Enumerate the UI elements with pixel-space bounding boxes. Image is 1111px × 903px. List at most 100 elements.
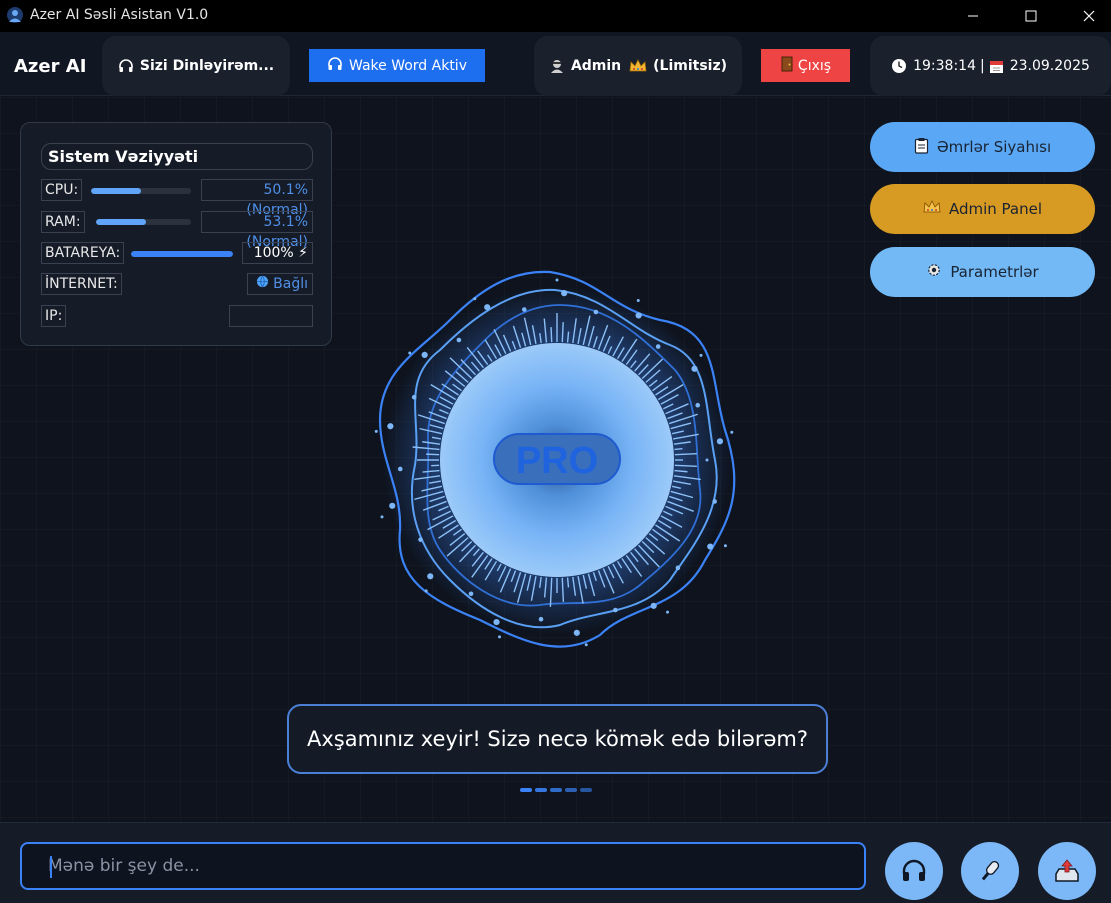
- clock-icon: [891, 58, 907, 74]
- battery-bar-fill: [131, 251, 233, 257]
- sparkle-dot: [691, 365, 698, 372]
- sparkle-dot: [473, 297, 477, 301]
- cpu-bar: [91, 188, 191, 194]
- minimize-button[interactable]: [950, 0, 996, 32]
- indicator-dot: [565, 788, 577, 792]
- battery-bar: [131, 251, 233, 257]
- sparkle-dot: [613, 607, 618, 613]
- assistant-message-text: Axşamınız xeyir! Sizə necə kömək edə bil…: [307, 727, 808, 751]
- indicator-dot: [580, 788, 592, 792]
- title-bar: Azer AI Səsli Asistan V1.0: [0, 0, 1111, 32]
- user-icon: [549, 58, 565, 74]
- sparkle-dot: [421, 351, 428, 358]
- sparkle-dot: [484, 304, 491, 311]
- spectrum-tick: [426, 453, 440, 456]
- crown-icon: [629, 59, 647, 73]
- spectrum-tick: [550, 327, 553, 343]
- upload-button[interactable]: [1038, 842, 1096, 900]
- sparkle-dot: [705, 458, 709, 462]
- sparkle-dot: [538, 616, 544, 622]
- ram-bar-fill: [96, 219, 147, 225]
- sparkle-dot: [380, 515, 384, 519]
- sparkle-dot: [636, 299, 640, 303]
- battery-label: BATAREYA:: [41, 242, 125, 264]
- window-title: Azer AI Səsli Asistan V1.0: [30, 7, 209, 23]
- headset-button[interactable]: [885, 842, 943, 900]
- upload-icon: [1055, 859, 1079, 882]
- sparkle-dot: [675, 565, 681, 571]
- sparkle-dot: [493, 618, 500, 626]
- typing-indicator: [520, 788, 592, 792]
- sparkle-dot: [521, 307, 527, 312]
- spectrum-tick: [566, 331, 570, 343]
- cpu-label: CPU:: [41, 179, 83, 201]
- indicator-dot: [550, 788, 562, 792]
- sparkle-dot: [584, 643, 588, 647]
- sparkle-dot: [468, 591, 474, 597]
- wake-word-button[interactable]: Wake Word Aktiv: [309, 49, 485, 82]
- sparkle-dot: [418, 537, 423, 542]
- admin-panel-button[interactable]: Admin Panel: [870, 184, 1095, 234]
- maximize-button[interactable]: [1008, 0, 1054, 32]
- close-button[interactable]: [1066, 0, 1111, 32]
- chat-input-container: [20, 842, 866, 890]
- spectrum-tick: [674, 464, 697, 467]
- settings-label: Parametrlər: [950, 263, 1039, 281]
- assistant-message: Axşamınız xeyir! Sizə necə kömək edə bil…: [287, 704, 828, 774]
- door-icon: [780, 56, 794, 76]
- sparkle-dot: [456, 337, 462, 343]
- internet-value: Bağlı: [273, 276, 308, 292]
- ip-value: [229, 305, 313, 327]
- sparkle-dot: [699, 353, 703, 357]
- indicator-dot: [535, 788, 547, 792]
- sparkle-dot: [374, 429, 378, 433]
- commands-list-label: Əmrlər Siyahısı: [936, 138, 1052, 156]
- headphones-icon: [902, 859, 926, 881]
- system-status-panel: Sistem Vəziyyəti CPU: 50.1% (Normal) RAM…: [20, 122, 332, 346]
- system-panel-title: Sistem Vəziyyəti: [41, 143, 313, 170]
- sparkle-dot: [635, 312, 642, 319]
- microphone-icon: [981, 860, 1000, 881]
- ram-bar: [96, 219, 191, 225]
- top-bar: Azer AI Sizi Dinləyirəm... Wake Word Akt…: [0, 32, 1111, 96]
- sparkle-dot: [723, 544, 727, 548]
- ram-label: RAM:: [41, 211, 85, 233]
- sparkle-dot: [655, 344, 661, 349]
- wake-word-label: Wake Word Aktiv: [349, 57, 467, 74]
- input-caret: [50, 856, 52, 878]
- chat-input[interactable]: [22, 844, 864, 888]
- sparkle-dot: [498, 635, 502, 639]
- battery-value: 100% ⚡: [242, 242, 313, 264]
- sparkle-dot: [427, 573, 434, 580]
- microphone-button[interactable]: [961, 842, 1019, 900]
- sparkle-dot: [387, 423, 394, 430]
- admin-panel-label: Admin Panel: [948, 200, 1043, 218]
- exit-button[interactable]: Çıxış: [761, 49, 850, 82]
- sparkle-dot: [593, 309, 599, 315]
- headphones-icon: [327, 56, 343, 76]
- sparkle-dot: [389, 502, 396, 509]
- sparkle-dot: [573, 629, 580, 636]
- time-text: 19:38:14: [913, 58, 976, 74]
- commands-list-button[interactable]: Əmrlər Siyahısı: [870, 122, 1095, 172]
- user-suffix: (Limitsiz): [653, 58, 728, 74]
- headphones-icon: [118, 58, 134, 74]
- sparkle-dot: [695, 402, 701, 408]
- sparkle-dot: [666, 610, 670, 614]
- cpu-value: 50.1% (Normal): [201, 179, 313, 218]
- sparkle-dot: [730, 430, 734, 434]
- user-badge: Admin (Limitsiz): [534, 36, 742, 96]
- brand-name: Azer AI: [14, 56, 87, 77]
- spectrum-tick: [674, 448, 683, 451]
- globe-icon: [256, 274, 269, 294]
- settings-button[interactable]: Parametrlər: [870, 247, 1095, 297]
- listening-status: Sizi Dinləyirəm...: [102, 36, 290, 96]
- sparkle-dot: [716, 438, 724, 445]
- spectrum-tick: [674, 453, 697, 456]
- maximize-icon: [1025, 10, 1037, 22]
- listening-label: Sizi Dinləyirəm...: [139, 58, 275, 74]
- internet-label: İNTERNET:: [41, 273, 122, 295]
- crown-icon: [923, 200, 941, 218]
- voice-orb-visualizer: PRO: [374, 270, 736, 648]
- sparkle-dot: [555, 278, 559, 282]
